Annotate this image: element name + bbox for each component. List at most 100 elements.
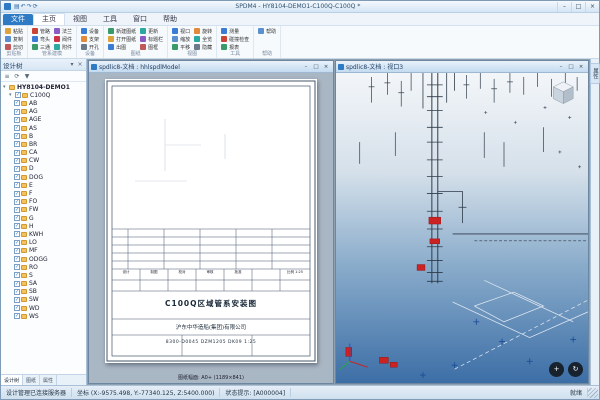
maximize-button[interactable]: □ (571, 2, 585, 12)
child-maximize-button[interactable]: □ (566, 64, 576, 70)
ribbon-button[interactable]: 弯头 (30, 35, 52, 43)
ribbon-button[interactable]: 测量 (219, 27, 251, 35)
tree-item[interactable]: ✓LO (3, 239, 86, 247)
checkbox-icon[interactable]: ✓ (14, 182, 20, 188)
tree-item[interactable]: ✓RO (3, 263, 86, 271)
tree-item[interactable]: ✓SB (3, 288, 86, 296)
checkbox-icon[interactable]: ✓ (14, 199, 20, 205)
checkbox-icon[interactable]: ✓ (14, 133, 20, 139)
tree-item[interactable]: ✓AB (3, 99, 86, 107)
checkbox-icon[interactable]: ✓ (14, 272, 20, 278)
ribbon-button[interactable]: 帮助 (256, 27, 278, 35)
ribbon-button[interactable]: 图框 (138, 43, 165, 51)
tree-item[interactable]: ✓MF (3, 247, 86, 255)
ribbon-tab-6[interactable]: 帮助 (155, 14, 185, 25)
tree-item[interactable]: ✓E (3, 181, 86, 189)
checkbox-icon[interactable]: ✓ (14, 256, 20, 262)
checkbox-icon[interactable]: ✓ (14, 109, 20, 115)
tree-item[interactable]: ✓FW (3, 206, 86, 214)
tree-item[interactable]: ✓G (3, 214, 86, 222)
checkbox-icon[interactable]: ✓ (14, 231, 20, 237)
checkbox-icon[interactable]: ✓ (14, 281, 20, 287)
tree-item[interactable]: ✓KWH (3, 230, 86, 238)
checkbox-icon[interactable]: ✓ (14, 141, 20, 147)
child-title-bar[interactable]: spdlic8-文档 : 视口3 – □ × (336, 61, 588, 73)
ribbon-button[interactable]: 阀件 (52, 35, 74, 43)
ribbon-tab-5[interactable]: 窗口 (125, 14, 155, 25)
tree-item[interactable]: ✓DOG (3, 173, 86, 181)
pan-control-icon[interactable]: + (549, 362, 564, 377)
tree-item[interactable]: ✓S (3, 271, 86, 279)
panel-tab-3[interactable]: 属性 (40, 375, 57, 385)
ribbon-button[interactable]: 标题栏 (138, 35, 165, 43)
child-minimize-button[interactable]: – (301, 64, 311, 70)
tree-item[interactable]: ✓AS (3, 124, 86, 132)
ribbon-button[interactable]: 报表 (219, 43, 251, 51)
tree-area-node[interactable]: ▾ ✓ C100Q (3, 91, 86, 99)
close-button[interactable]: × (585, 2, 599, 12)
tree-item[interactable]: ✓CA (3, 149, 86, 157)
ribbon-button[interactable]: 打开图纸 (106, 35, 138, 43)
orbit-control-icon[interactable]: ↻ (568, 362, 583, 377)
tree-item[interactable]: ✓FO (3, 198, 86, 206)
drawing-canvas[interactable]: 设计 制图 校对 审核 批准 比例 1:25 C100Q区域管系安装图 沪东中华… (89, 73, 333, 383)
checkbox-icon[interactable]: ✓ (15, 92, 21, 98)
ribbon-button[interactable]: 复制 (3, 35, 25, 43)
child-minimize-button[interactable]: – (556, 64, 566, 70)
tree-item[interactable]: ✓AGE (3, 116, 86, 124)
checkbox-icon[interactable]: ✓ (14, 207, 20, 213)
panel-tab-2[interactable]: 图纸 (23, 375, 40, 385)
checkbox-icon[interactable]: ✓ (14, 158, 20, 164)
checkbox-icon[interactable]: ✓ (14, 305, 20, 311)
tree-item[interactable]: ✓AG (3, 108, 86, 116)
tree-item[interactable]: ✓SA (3, 280, 86, 288)
ribbon-button[interactable]: 管路 (30, 27, 52, 35)
tree-item[interactable]: ✓B (3, 132, 86, 140)
checkbox-icon[interactable]: ✓ (14, 223, 20, 229)
filter-icon[interactable]: ▼ (23, 73, 31, 80)
tree-item[interactable]: ✓ODGG (3, 255, 86, 263)
tree-root[interactable]: ▾ HY8104-DEMO1 (3, 83, 86, 91)
tree-item[interactable]: ✓BR (3, 140, 86, 148)
ribbon-button[interactable]: 支架 (79, 35, 101, 43)
3d-viewport[interactable]: ↻ + (336, 73, 588, 383)
ribbon-button[interactable]: 新建图纸 (106, 27, 138, 35)
ribbon-button[interactable]: 剪切 (3, 43, 25, 51)
checkbox-icon[interactable]: ✓ (14, 166, 20, 172)
ribbon-button[interactable]: 隐藏 (192, 43, 214, 51)
checkbox-icon[interactable]: ✓ (14, 191, 20, 197)
close-panel-icon[interactable]: × (76, 61, 84, 68)
checkbox-icon[interactable]: ✓ (14, 215, 20, 221)
checkbox-icon[interactable]: ✓ (14, 289, 20, 295)
resize-grip[interactable] (588, 388, 598, 398)
child-maximize-button[interactable]: □ (311, 64, 321, 70)
child-title-bar[interactable]: spdlic8-文档 : hhlspdlModel – □ × (89, 61, 333, 73)
ribbon-tab-2[interactable]: 主页 (33, 13, 65, 25)
tree-item[interactable]: ✓SW (3, 296, 86, 304)
tree-item[interactable]: ✓WD (3, 304, 86, 312)
checkbox-icon[interactable]: ✓ (14, 264, 20, 270)
tree-item[interactable]: ✓CW (3, 157, 86, 165)
ribbon-tab-4[interactable]: 工具 (95, 14, 125, 25)
pin-icon[interactable]: ▾ (68, 61, 76, 68)
ribbon-button[interactable]: 全览 (192, 35, 214, 43)
ribbon-button[interactable]: 碰撞检查 (219, 35, 251, 43)
ribbon-button[interactable]: 粘贴 (3, 27, 25, 35)
ribbon-button[interactable]: 旋转 (192, 27, 214, 35)
panel-tab-1[interactable]: 设计树 (1, 375, 23, 385)
ribbon-tab-1[interactable]: 文件 (3, 14, 33, 25)
checkbox-icon[interactable]: ✓ (14, 248, 20, 254)
child-close-button[interactable]: × (576, 64, 586, 70)
checkbox-icon[interactable]: ✓ (14, 100, 20, 106)
ribbon-button[interactable]: 开孔 (79, 43, 101, 51)
checkbox-icon[interactable]: ✓ (14, 125, 20, 131)
checkbox-icon[interactable]: ✓ (14, 240, 20, 246)
checkbox-icon[interactable]: ✓ (14, 150, 20, 156)
ribbon-button[interactable]: 三通 (30, 43, 52, 51)
ribbon-button[interactable]: 平移 (170, 43, 192, 51)
child-close-button[interactable]: × (321, 64, 331, 70)
tree-item[interactable]: ✓WS (3, 312, 86, 320)
ribbon-button[interactable]: 视口 (170, 27, 192, 35)
view-cube[interactable] (553, 82, 573, 104)
ribbon-button[interactable]: 更新 (138, 27, 165, 35)
